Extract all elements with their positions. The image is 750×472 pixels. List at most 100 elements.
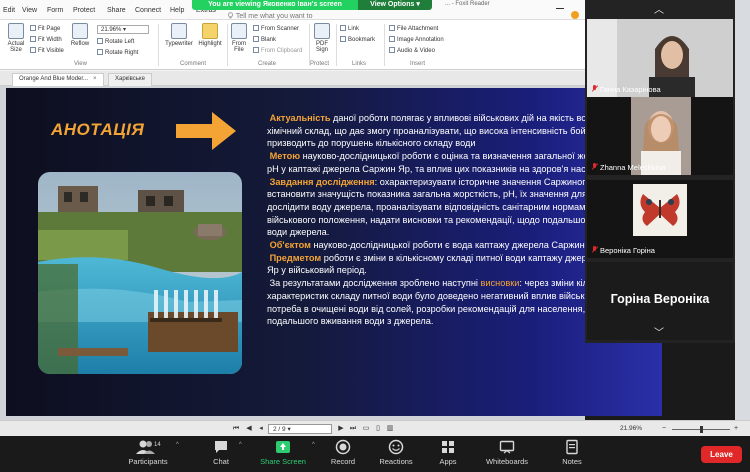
notes-button[interactable]: Notes [556, 439, 588, 471]
zoom-out-button[interactable]: − [660, 425, 668, 433]
highlight-term: Об'єктом [269, 240, 311, 251]
fit-visible-button[interactable]: Fit Visible [30, 47, 64, 56]
menu-edit[interactable]: Edit [3, 7, 15, 14]
ribbon-zoom-select[interactable]: 21.96% ▾ [97, 25, 149, 34]
fit-width-button[interactable]: Fit Width [30, 36, 62, 45]
reflow-button[interactable]: Reflow [66, 23, 94, 61]
file-attachment-label: File Attachment [397, 26, 439, 32]
share-screen-label: Share Screen [260, 457, 306, 466]
image-annotation-button[interactable]: Image Annotation [389, 36, 444, 45]
view-options-button[interactable]: View Options ▾ [358, 0, 432, 10]
highlight-button[interactable]: Highlight [196, 23, 224, 61]
image-icon [389, 36, 395, 42]
from-scanner-button[interactable]: From Scanner [253, 25, 299, 34]
last-page-button[interactable]: ⏭ [349, 425, 357, 433]
notes-label: Notes [562, 457, 582, 466]
page-number-input[interactable]: 2 / 9 ▾ [268, 424, 332, 434]
reflow-label: Reflow [70, 41, 90, 47]
lightbulb-icon [227, 12, 234, 19]
paperclip-icon [389, 25, 395, 31]
single-page-icon[interactable]: ▭ [362, 425, 370, 433]
group-create-label: Create [258, 61, 277, 67]
audio-video-button[interactable]: Audio & Video [389, 47, 435, 56]
bookmark-button[interactable]: Bookmark [340, 36, 375, 45]
record-label: Record [330, 457, 356, 466]
zoom-slider-handle[interactable] [700, 426, 703, 433]
reader-status-bar: ⏮ ◀ ◂ 2 / 9 ▾ ▶ ⏭ ▭ ▯ ▥ 21.96% − + [0, 420, 750, 436]
minimize-button[interactable] [553, 2, 567, 14]
tab-orange-blue[interactable]: Orange And Blue Moder... × [12, 73, 104, 86]
file-attachment-button[interactable]: File Attachment [389, 25, 438, 34]
chevron-down-icon[interactable]: ﹀ [652, 329, 666, 339]
ribbon-toolbar: Actual Size Fit Page Fit Width Fit Visib… [0, 20, 585, 70]
fit-page-label: Fit Page [38, 26, 61, 32]
blank-button[interactable]: Blank [253, 36, 276, 45]
meeting-toolbar: 14 Participants ^ Chat ^ Share Screen ^ … [0, 436, 750, 472]
fit-visible-label: Fit Visible [38, 48, 64, 54]
media-icon [389, 47, 395, 53]
highlight-term: Завдання дослідження [269, 176, 375, 187]
chevron-up-icon[interactable]: ^ [176, 442, 179, 448]
zoom-in-button[interactable]: + [732, 425, 740, 433]
chevron-up-icon[interactable]: ^ [239, 442, 242, 448]
document-tabs: Orange And Blue Moder... × Харківське [0, 71, 585, 86]
whiteboards-button[interactable]: Whiteboards [480, 439, 534, 471]
paragraph-text: науково-дослідницької роботи є оцінка та… [267, 151, 635, 174]
participant-tile[interactable]: Zhanna Meleshkina [587, 97, 733, 175]
chevron-up-icon[interactable]: ^ [312, 442, 315, 448]
apps-button[interactable]: Apps [433, 439, 463, 471]
record-icon [335, 439, 351, 455]
from-file-button[interactable]: From File [229, 23, 249, 61]
presentation-slide: АНОТАЦІЯ Актуальність даної роботи поляг… [6, 88, 662, 416]
notes-icon [566, 439, 578, 455]
app-title: ... - Foxit Reader [445, 1, 490, 7]
reactions-label: Reactions [379, 457, 413, 466]
prev-page-button[interactable]: ◀ [245, 425, 253, 433]
menu-connect[interactable]: Connect [135, 7, 161, 14]
mic-muted-icon [591, 246, 598, 254]
close-icon[interactable]: × [93, 76, 97, 82]
participant-name: Zhanna Meleshkina [591, 163, 665, 172]
tell-me-search[interactable]: Tell me what you want to [227, 12, 312, 20]
actual-size-button[interactable]: Actual Size [2, 23, 30, 61]
whiteboard-icon [499, 440, 515, 454]
from-clipboard-button[interactable]: From Clipboard [253, 47, 302, 56]
next-page-button[interactable]: ▶ [337, 425, 345, 433]
rotate-left-button[interactable]: Rotate Left [97, 38, 134, 47]
menu-form[interactable]: Form [47, 7, 63, 14]
notification-icon[interactable] [571, 11, 579, 19]
reactions-button[interactable]: Reactions [376, 439, 416, 471]
tab-kharkivske[interactable]: Харківське [108, 73, 152, 86]
tab-label: Orange And Blue Moder... [19, 76, 89, 82]
audio-video-label: Audio & Video [397, 48, 435, 54]
record-button[interactable]: Record [326, 439, 360, 471]
zoom-window: Edit View Form Protect Share Connect Hel… [0, 0, 750, 472]
leave-button[interactable]: Leave [701, 446, 742, 463]
prev-view-button[interactable]: ◂ [257, 425, 265, 433]
link-button[interactable]: Link [340, 25, 359, 34]
chevron-up-icon[interactable]: ︿ [652, 6, 666, 16]
participant-tile[interactable]: Вероніка Горіна [587, 180, 733, 258]
participants-button[interactable]: 14 Participants [120, 439, 176, 471]
fit-page-button[interactable]: Fit Page [30, 25, 60, 34]
first-page-button[interactable]: ⏮ [232, 425, 240, 433]
rotate-right-button[interactable]: Rotate Right [97, 49, 138, 58]
facing-page-icon[interactable]: ▥ [386, 425, 394, 433]
participant-name-text: Вероніка Горіна [600, 246, 655, 255]
pdf-sign-button[interactable]: PDF Sign [311, 23, 333, 61]
chat-button[interactable]: Chat [204, 439, 238, 471]
participant-display-name: Горіна Вероніка [610, 292, 710, 306]
typewriter-button[interactable]: Typewriter [163, 23, 195, 61]
menu-protect[interactable]: Protect [73, 7, 95, 14]
share-screen-button[interactable]: Share Screen [256, 439, 310, 471]
menu-help[interactable]: Help [170, 7, 184, 14]
from-clipboard-label: From Clipboard [261, 48, 303, 54]
continuous-page-icon[interactable]: ▯ [374, 425, 382, 433]
menu-share[interactable]: Share [107, 7, 126, 14]
highlight-icon [202, 23, 218, 39]
participant-tile[interactable]: Ганна Казарінова [587, 19, 733, 97]
participant-name-text: Ганна Казарінова [600, 85, 661, 94]
rotate-right-label: Rotate Right [105, 50, 139, 56]
ribbon-separator [158, 24, 159, 66]
menu-view[interactable]: View [22, 7, 37, 14]
